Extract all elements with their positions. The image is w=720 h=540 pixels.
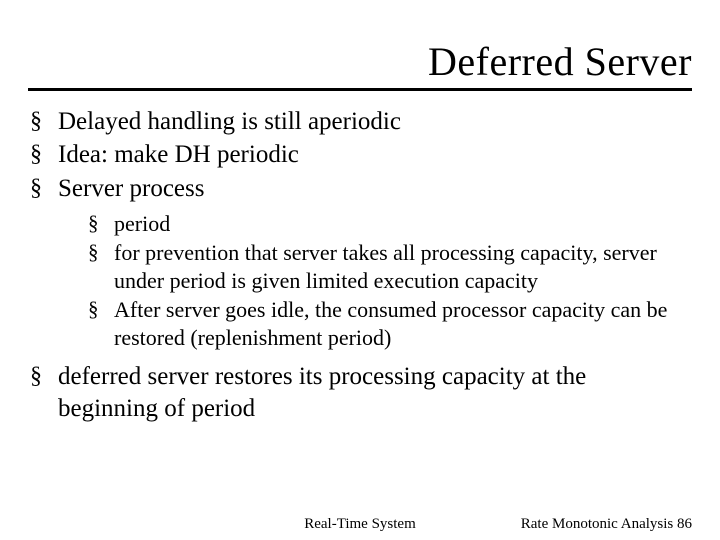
bullet-item: deferred server restores its processing … [28,361,692,424]
slide-content: Delayed handling is still aperiodic Idea… [28,106,692,426]
sub-bullet-item: period [88,210,692,238]
footer-right: Rate Monotonic Analysis 86 [521,516,692,533]
bullet-item: Delayed handling is still aperiodic [28,106,692,137]
sub-bullet-item: for prevention that server takes all pro… [88,239,692,294]
title-underline [28,88,692,91]
bullet-item: Idea: make DH periodic [28,139,692,170]
bullet-list: Delayed handling is still aperiodic Idea… [28,106,692,424]
sub-bullet-item: After server goes idle, the consumed pro… [88,296,692,351]
slide-title: Deferred Server [428,38,692,85]
bullet-item: Server process period for prevention tha… [28,173,692,352]
bullet-text: Server process [58,175,204,202]
sub-bullet-list: period for prevention that server takes … [58,210,692,352]
slide: Deferred Server Delayed handling is stil… [0,0,720,540]
